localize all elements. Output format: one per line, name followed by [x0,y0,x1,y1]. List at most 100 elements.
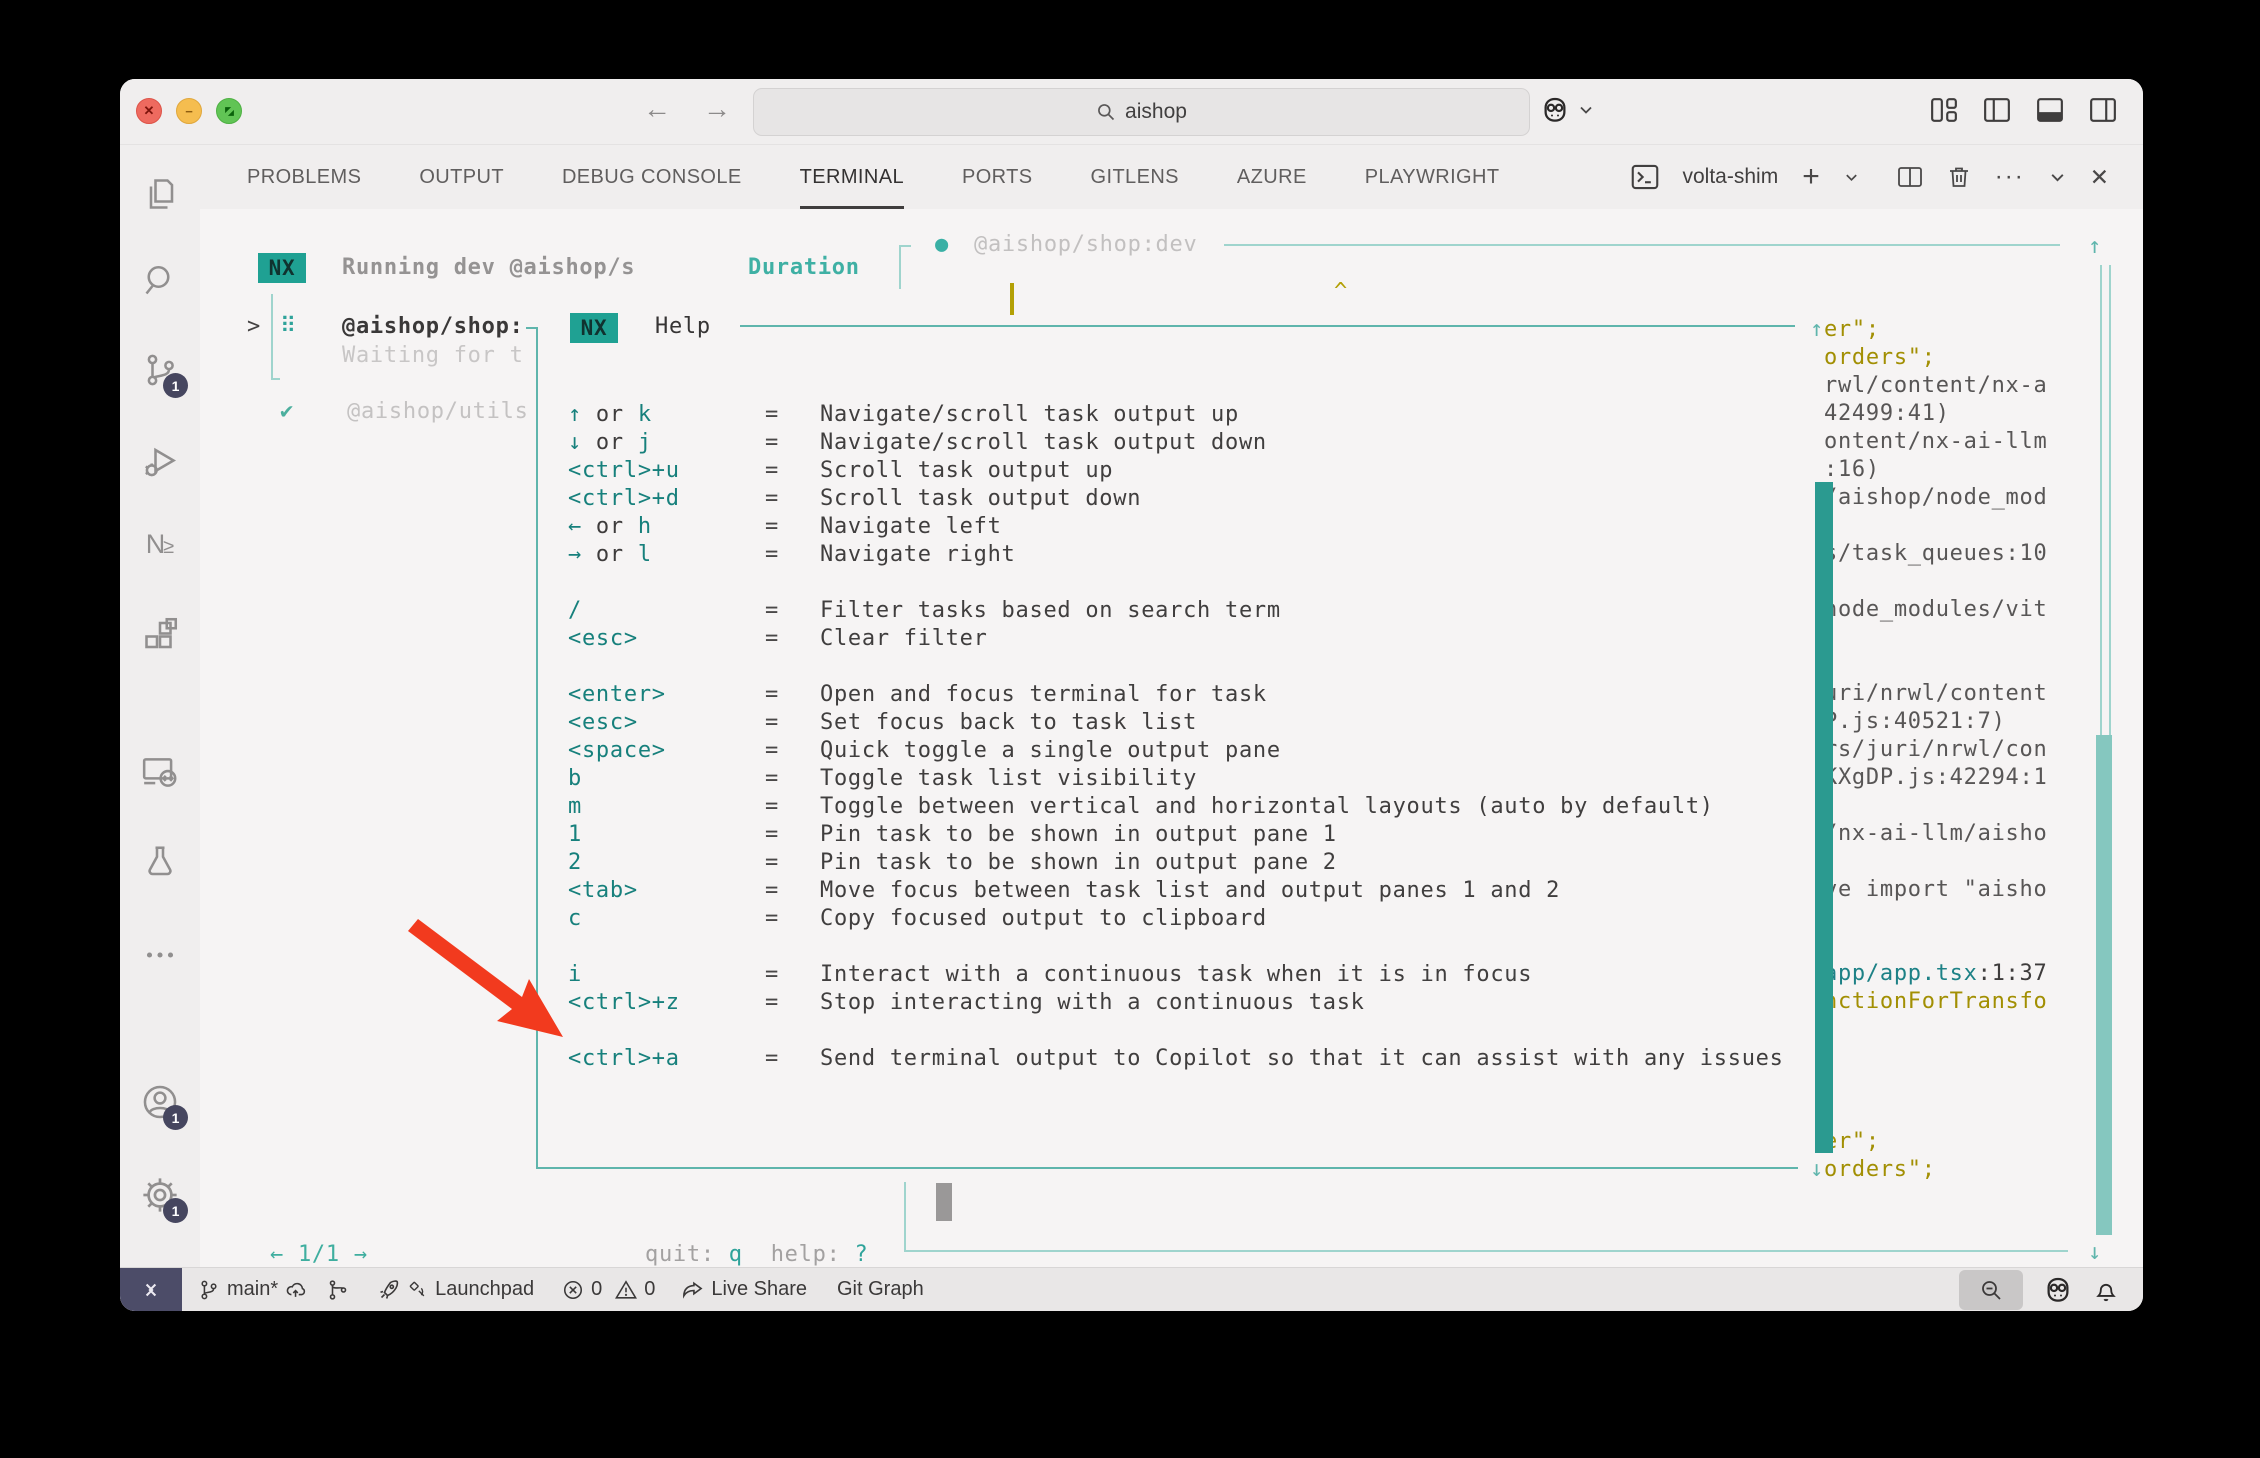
terminal-instance-label[interactable]: volta-shim [1683,165,1779,189]
scrollbar-thumb-light[interactable] [2096,735,2112,1235]
command-center-search[interactable]: aishop [753,88,1530,136]
output-task-bullet: ● [935,231,949,259]
output-text-line: ↓orders"; [1810,1156,2143,1184]
settings-gear-icon[interactable]: 1 [140,1175,180,1215]
output-text-line [1810,932,2143,960]
accounts-icon[interactable]: 1 [140,1082,180,1122]
tab-output[interactable]: OUTPUT [419,145,504,209]
remote-explorer-icon[interactable] [140,752,180,792]
terminal-shell-icon [1631,164,1659,190]
minimize-window-button[interactable]: − [176,98,202,124]
customize-layout-icon[interactable] [1930,97,1958,123]
more-views-icon[interactable] [140,935,180,975]
tab-terminal[interactable]: TERMINAL [800,145,904,209]
output-pane-top-border [1224,244,2060,246]
toggle-panel-icon[interactable] [2036,97,2064,123]
satellite-icon [408,1280,428,1300]
vscode-window: ✕ − ← → aishop [120,79,2143,1311]
git-graph-status-item[interactable]: Git Graph [837,1278,924,1301]
help-row: <esc>=Set focus back to task list [568,709,1828,737]
help-row: <ctrl>+z=Stop interacting with a continu… [568,989,1828,1017]
output-text-line: ontent/nx-ai-llm [1810,428,2143,456]
back-button[interactable]: ← [643,93,671,125]
copilot-status-icon[interactable] [2043,1275,2073,1305]
help-title: Help [655,313,711,341]
live-share-status-item[interactable]: Live Share [681,1278,807,1301]
quit-key: q [729,1242,743,1267]
footer-hints: quit: q help: ? [645,1241,868,1269]
output-text-line: ve import "aisho [1810,876,2143,904]
close-window-button[interactable]: ✕ [136,98,162,124]
new-terminal-button[interactable]: + [1802,162,1820,192]
graph-status-item[interactable] [327,1279,349,1301]
help-row: c=Copy focused output to clipboard [568,905,1828,933]
explorer-icon[interactable] [140,174,180,214]
output-text-line [1810,568,2143,596]
commit-graph-icon [327,1279,349,1301]
zoom-window-button[interactable] [216,98,242,124]
launchpad-status-item[interactable]: Launchpad [377,1278,534,1302]
nx-console-icon[interactable]: N≥ [140,524,180,564]
warnings-count: 0 [644,1278,655,1301]
branch-status-item[interactable]: main* [198,1278,307,1301]
quit-label: quit: [645,1242,715,1267]
output-text-line: /aishop/node_mod [1810,484,2143,512]
help-row: <enter>=Open and focus terminal for task [568,681,1828,709]
notifications-bell-icon[interactable] [2093,1277,2119,1303]
source-control-icon[interactable]: 1 [140,350,180,390]
remote-indicator[interactable] [120,1268,182,1312]
tab-azure[interactable]: AZURE [1237,145,1307,209]
help-row: <esc>=Clear filter [568,625,1828,653]
problems-status-item[interactable]: 0 0 [562,1278,655,1301]
task-bracket-foot [271,378,280,380]
terminal-profile-chevron-icon[interactable] [1844,170,1859,185]
scrollbar-up-arrow[interactable]: ↑ [2088,233,2102,261]
task-row-prefix: > [247,313,261,341]
close-panel-icon[interactable]: ✕ [2090,164,2109,191]
help-row: <space>=Quick toggle a single output pan… [568,737,1828,765]
panel-more-actions-icon[interactable]: ··· [1995,163,2025,191]
tab-problems[interactable]: PROBLEMS [247,145,361,209]
window-controls: ✕ − [136,98,242,124]
task-row-name-2: @aishop/utils [347,398,529,426]
copilot-icon[interactable] [1540,95,1570,125]
run-debug-icon[interactable] [140,442,180,482]
output-caret-char: ^ [1334,278,1348,306]
source-control-badge: 1 [163,373,188,398]
output-text-line: orders"; [1810,344,2143,372]
output-scrollbar-thumb-dark[interactable] [1815,482,1833,1153]
output-text-line: app/app.tsx:1:37 [1810,960,2143,988]
testing-icon[interactable] [140,842,180,882]
kill-terminal-trash-icon[interactable] [1947,165,1971,189]
tab-debug-console[interactable]: DEBUG CONSOLE [562,145,742,209]
scrollbar-down-arrow[interactable]: ↓ [2088,1239,2102,1267]
terminal-content[interactable]: NX Running dev @aishop/s Duration > ⠿ @a… [200,209,2143,1267]
horizontal-scrollbar-thumb[interactable] [936,1183,952,1221]
status-bar: main* Launchpad [120,1267,2143,1311]
panel-collapse-chevron-icon[interactable] [2049,169,2066,186]
zoom-indicator[interactable] [1959,1270,2023,1310]
split-terminal-icon[interactable] [1897,165,1923,189]
help-row: <ctrl>+u=Scroll task output up [568,457,1828,485]
tab-ports[interactable]: PORTS [962,145,1033,209]
forward-button[interactable]: → [703,93,731,125]
output-pane-corner-stub [899,245,911,247]
tab-playwright[interactable]: PLAYWRIGHT [1365,145,1500,209]
output-text-line: uri/nrwl/content [1810,680,2143,708]
pager-right-arrow[interactable]: → [354,1242,368,1267]
extensions-icon[interactable] [140,615,180,655]
toggle-primary-sidebar-icon[interactable] [1983,97,2011,123]
pager-pages: 1/1 [298,1242,340,1267]
help-row: m=Toggle between vertical and horizontal… [568,793,1828,821]
output-pane-corner-line [899,245,901,289]
output-text-line [1810,792,2143,820]
pager-left-arrow[interactable]: ← [270,1242,284,1267]
live-share-label: Live Share [711,1278,807,1301]
chevron-down-icon[interactable] [1578,102,1594,118]
search-sidebar-icon[interactable] [140,260,180,300]
activity-bar: 1 N≥ [120,145,200,1267]
help-label: help: [771,1242,841,1267]
output-text-line: rs/juri/nrwl/con [1810,736,2143,764]
tab-gitlens[interactable]: GITLENS [1091,145,1179,209]
toggle-secondary-sidebar-icon[interactable] [2089,97,2117,123]
